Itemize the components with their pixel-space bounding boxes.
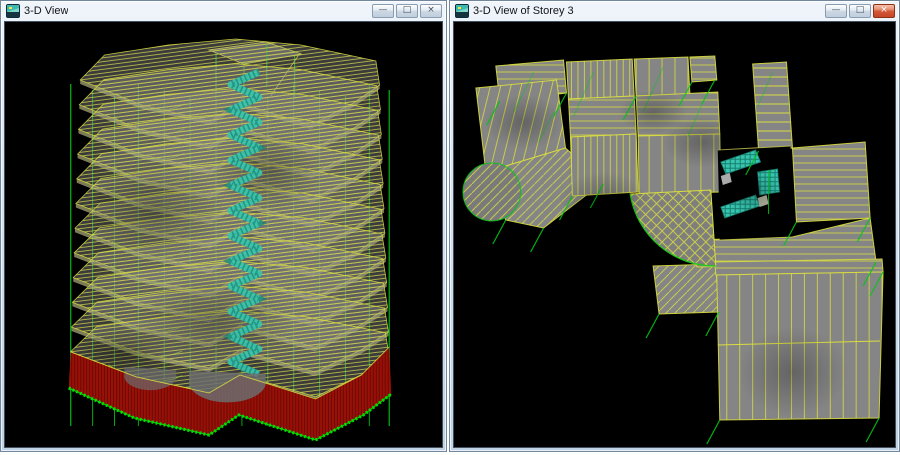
minimize-button[interactable]: —	[825, 4, 847, 18]
view-3d-window-icon[interactable]	[455, 4, 469, 18]
minimize-button[interactable]: —	[372, 4, 394, 18]
view-3d-window-icon[interactable]	[6, 4, 20, 18]
model-canvas-3d-view[interactable]	[4, 21, 443, 448]
window-title: 3-D View of Storey 3	[473, 4, 574, 17]
window-title: 3-D View	[24, 4, 68, 17]
close-button[interactable]: ×	[873, 4, 895, 18]
window-3d-view-storey-3: 3-D View of Storey 3 — □ ×	[449, 0, 900, 452]
model-canvas-storey-3[interactable]	[453, 21, 896, 448]
restore-button[interactable]: □	[849, 4, 871, 18]
storey-3d-scene	[454, 22, 895, 447]
restore-button[interactable]: □	[396, 4, 418, 18]
window-3d-view: 3-D View — □ ×	[0, 0, 447, 452]
building-3d-scene	[5, 22, 442, 447]
close-button[interactable]: ×	[420, 4, 442, 18]
titlebar-3d-view[interactable]: 3-D View — □ ×	[1, 1, 446, 20]
titlebar-3d-view-storey-3[interactable]: 3-D View of Storey 3 — □ ×	[450, 1, 899, 20]
